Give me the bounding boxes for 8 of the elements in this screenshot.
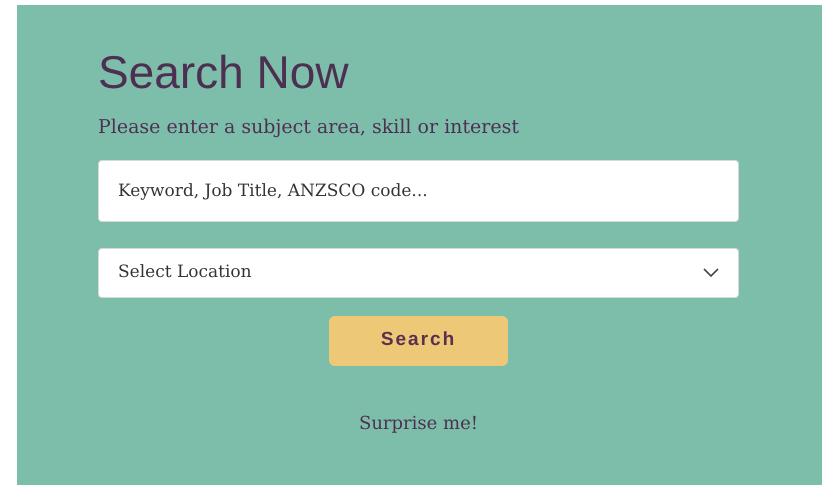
chevron-down-icon — [703, 268, 719, 277]
page-title: Search Now — [98, 49, 349, 95]
location-select[interactable]: Select Location — [98, 248, 739, 298]
search-button[interactable]: Search — [329, 316, 508, 366]
location-value: Select Location — [118, 260, 252, 284]
subtitle: Please enter a subject area, skill or interest — [98, 115, 519, 140]
keyword-field[interactable]: Keyword, Job Title, ANZSCO code... — [98, 160, 739, 222]
surprise-me-link[interactable]: Surprise me! — [359, 410, 478, 436]
